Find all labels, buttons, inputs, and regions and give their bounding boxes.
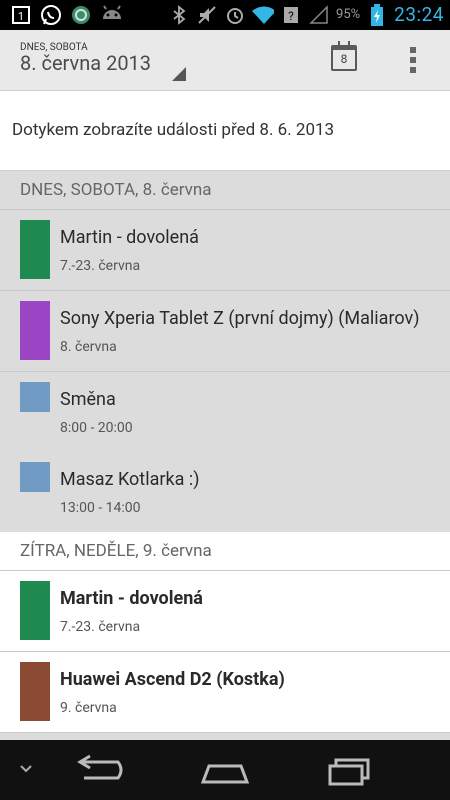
- clock: 23:24: [394, 3, 444, 26]
- event-title: Martin - dovolená: [60, 227, 199, 248]
- event-item[interactable]: Martin - dovolená 7.-23. června: [0, 571, 450, 652]
- event-date: 7.-23. června: [60, 258, 141, 274]
- event-title: Martin - dovolená: [60, 588, 203, 609]
- day-header-label: DNES, SOBOTA, 8. června: [20, 180, 212, 200]
- chevron-down-icon[interactable]: [18, 760, 34, 776]
- today-calendar-button[interactable]: 8: [331, 41, 357, 71]
- app-icon: [70, 4, 92, 26]
- load-earlier-label: Dotykem zobrazíte události před 8. 6. 20…: [12, 120, 335, 140]
- mute-icon: [196, 4, 218, 26]
- cell-signal-icon: [308, 4, 330, 26]
- event-item[interactable]: Směna 8:00 - 20:00: [0, 372, 450, 453]
- event-title: Sony Xperia Tablet Z (první dojmy) (Mali…: [60, 308, 420, 329]
- event-time: 13:00 - 14:00: [60, 500, 141, 516]
- overflow-menu-icon[interactable]: [410, 47, 416, 73]
- event-item[interactable]: Huawei Ascend D2 (Kostka) 9. června: [0, 652, 450, 733]
- whatsapp-icon: [40, 4, 62, 26]
- event-title: Směna: [60, 389, 116, 410]
- event-color-bar: [20, 382, 50, 412]
- event-title: Masaz Kotlarka :): [60, 469, 200, 490]
- recent-apps-icon[interactable]: [320, 752, 380, 788]
- event-date: 8. června: [60, 339, 117, 355]
- battery-percent: 95%: [336, 7, 361, 22]
- event-color-bar: [20, 220, 50, 279]
- battery-charging-icon: [366, 3, 388, 26]
- event-item[interactable]: Martin - dovolená 7.-23. června: [0, 210, 450, 291]
- android-icon: [100, 4, 122, 26]
- event-color-bar: [20, 462, 50, 492]
- alarm-icon: [224, 4, 246, 26]
- event-date: 9. června: [60, 700, 117, 716]
- notification-1-icon: 1: [10, 4, 32, 26]
- spinner-arrow-icon[interactable]: [172, 67, 186, 81]
- day-header-today: DNES, SOBOTA, 8. června: [0, 171, 450, 210]
- event-color-bar: [20, 662, 50, 721]
- event-item[interactable]: Masaz Kotlarka :) 13:00 - 14:00: [0, 452, 450, 533]
- status-bar: 1 ? 95% 23:24: [0, 0, 450, 30]
- event-item[interactable]: Sony Xperia Tablet Z (první dojmy) (Mali…: [0, 291, 450, 372]
- back-icon[interactable]: [70, 752, 130, 788]
- navigation-bar: [0, 740, 450, 800]
- home-icon[interactable]: [195, 752, 255, 788]
- event-color-bar: [20, 301, 50, 360]
- event-color-bar: [20, 581, 50, 640]
- svg-text:?: ?: [288, 9, 294, 23]
- event-time: 8:00 - 20:00: [60, 420, 133, 436]
- svg-text:1: 1: [18, 10, 24, 23]
- unknown-signal-icon: ?: [280, 4, 302, 26]
- bluetooth-icon: [168, 4, 190, 26]
- event-date: 7.-23. června: [60, 619, 141, 635]
- load-earlier-events-row[interactable]: Dotykem zobrazíte události před 8. 6. 20…: [0, 91, 450, 171]
- day-header-tomorrow: ZÍTRA, NEDĚLE, 9. června: [0, 532, 450, 571]
- day-header-label: ZÍTRA, NEDĚLE, 9. června: [20, 541, 212, 561]
- wifi-icon: [252, 4, 275, 26]
- event-title: Huawei Ascend D2 (Kostka): [60, 669, 285, 690]
- date-spinner[interactable]: 8. června 2013: [20, 51, 151, 75]
